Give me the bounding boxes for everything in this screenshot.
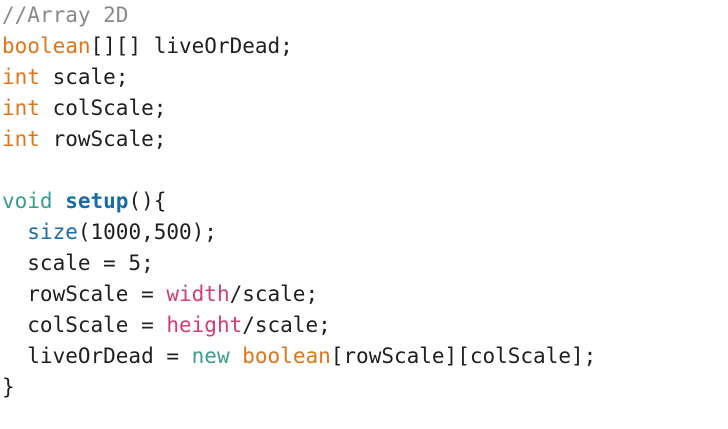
code-line[interactable]: int colScale; [2, 93, 726, 124]
code-token-new: new [191, 344, 230, 368]
code-token-type: boolean [242, 344, 331, 368]
code-line[interactable]: //Array 2D [2, 0, 726, 31]
code-token-plain: rowScale; [39, 127, 167, 151]
code-line[interactable]: boolean[][] liveOrDead; [2, 31, 726, 62]
code-token-plain: /scale; [229, 282, 319, 306]
code-line[interactable]: int rowScale; [2, 124, 726, 155]
code-token-type: boolean [2, 34, 91, 58]
code-line[interactable]: liveOrDead = new boolean[rowScale][colSc… [2, 341, 726, 372]
code-token-plain: [rowScale][colScale]; [330, 344, 597, 368]
code-token-plain: [][] liveOrDead; [90, 34, 293, 58]
code-token-comment: //Array 2D [2, 3, 129, 27]
code-token-plain: colScale; [39, 96, 167, 120]
code-token-builtin: size [27, 220, 78, 244]
code-line[interactable]: void setup(){ [2, 186, 726, 217]
code-token-const: width [166, 282, 230, 306]
code-token-func: setup [65, 189, 129, 213]
code-line-blank[interactable]: ​ [2, 155, 726, 186]
code-line[interactable]: colScale = height/scale; [2, 310, 726, 341]
code-token-type: int [2, 65, 40, 89]
code-token-type: int [2, 96, 40, 120]
code-line[interactable]: int scale; [2, 62, 726, 93]
code-token-plain: scale = 5; [2, 251, 154, 275]
code-token-plain: rowScale = [2, 282, 167, 306]
code-token-plain: colScale = [2, 313, 167, 337]
code-token-const: height [166, 313, 243, 337]
code-line[interactable]: rowScale = width/scale; [2, 279, 726, 310]
code-token-type: int [2, 127, 40, 151]
code-line[interactable]: scale = 5; [2, 248, 726, 279]
code-token-plain: liveOrDead = [2, 344, 192, 368]
code-token-plain: (1000,500); [77, 220, 217, 244]
code-line[interactable]: } [2, 372, 726, 403]
code-token-plain: (){ [128, 189, 167, 213]
code-token-plain: scale; [39, 65, 129, 89]
code-token-plain: } [2, 375, 15, 399]
code-editor[interactable]: //Array 2D boolean[][] liveOrDead; int sca… [2, 0, 726, 429]
code-line[interactable]: size(1000,500); [2, 217, 726, 248]
code-token-plain: /scale; [242, 313, 331, 337]
code-token-void: void [2, 189, 53, 213]
